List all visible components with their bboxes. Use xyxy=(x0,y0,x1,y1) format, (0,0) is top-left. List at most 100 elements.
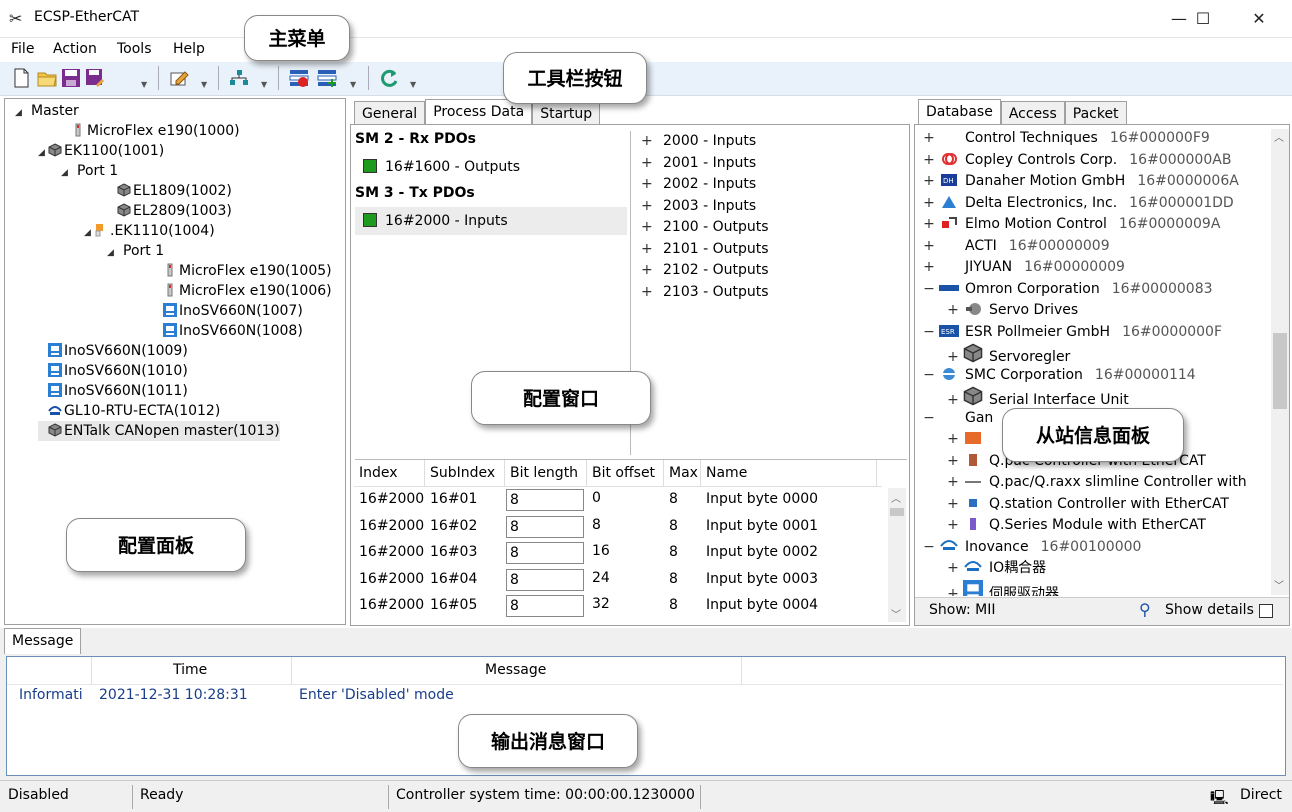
tab-packet[interactable]: Packet xyxy=(1064,101,1127,125)
database-tree[interactable]: + Control Techniques 16#000000F9 + Copley Co… xyxy=(919,128,1267,596)
grid-column-header[interactable]: Index xyxy=(354,460,425,486)
pdo-list-item[interactable]: +2000 - Inputs xyxy=(641,131,756,152)
grid-column-header[interactable]: Name xyxy=(701,460,877,486)
tab-access[interactable]: Access xyxy=(1000,101,1065,125)
expand-collapse-icon[interactable]: + xyxy=(919,214,939,235)
menu-file[interactable]: File xyxy=(6,39,39,59)
expand-collapse-icon[interactable]: + xyxy=(943,558,963,579)
pdo-list-item[interactable]: +2003 - Inputs xyxy=(641,196,756,217)
tree-node[interactable]: ENTalk CANopen master(1013) xyxy=(38,421,280,441)
expand-icon[interactable]: + xyxy=(641,217,663,238)
vendor-node[interactable]: + Q.pac/Q.raxx slimline Controller with xyxy=(943,472,1247,493)
tree-node[interactable]: ◢ EK1100(1001) xyxy=(38,141,164,161)
expand-collapse-icon[interactable]: + xyxy=(943,451,963,472)
open-folder-icon[interactable] xyxy=(36,67,58,89)
vendor-node[interactable]: + ACTI 16#00000009 xyxy=(919,236,1109,257)
scroll-thumb[interactable] xyxy=(890,508,904,516)
menu-help[interactable]: Help xyxy=(168,39,210,59)
close-button[interactable]: ✕ xyxy=(1236,0,1282,38)
expand-collapse-icon[interactable]: + xyxy=(919,257,939,278)
tx-pdo-item[interactable]: 16#2000 - Inputs xyxy=(355,207,627,235)
pdo-list-item[interactable]: +2103 - Outputs xyxy=(641,282,769,303)
bit-length-input[interactable]: 8 xyxy=(506,568,584,591)
vendor-node[interactable]: + Copley Controls Corp. 16#000000AB xyxy=(919,150,1231,171)
expand-collapse-icon[interactable]: ◢ xyxy=(38,143,48,163)
disconnect-icon[interactable] xyxy=(288,67,310,89)
tree-node[interactable]: ◢ .EK1110(1004) xyxy=(84,221,215,241)
column-message[interactable]: Message xyxy=(485,662,546,678)
show-filter-label[interactable]: Show: MII xyxy=(929,602,996,618)
tree-node[interactable]: ◢ Port 1 xyxy=(107,241,164,261)
tree-node[interactable]: MicroFlex e190(1005) xyxy=(153,261,332,281)
refresh-icon[interactable] xyxy=(378,67,400,89)
expand-collapse-icon[interactable]: ◢ xyxy=(107,243,117,263)
vendor-node[interactable]: + 伺服驱动器 xyxy=(943,579,1059,596)
save-as-icon[interactable] xyxy=(84,67,106,89)
tree-node[interactable]: MicroFlex e190(1006) xyxy=(153,281,332,301)
maximize-button[interactable]: ☐ xyxy=(1180,0,1226,38)
column-divider[interactable] xyxy=(91,657,92,685)
tree-node[interactable]: ◢ Port 1 xyxy=(61,161,118,181)
tree-node[interactable]: MicroFlex e190(1000) xyxy=(61,121,240,141)
vendor-node[interactable]: + DH Danaher Motion GmbH 16#0000006A xyxy=(919,171,1239,192)
bit-length-input[interactable]: 8 xyxy=(506,489,584,511)
expand-icon[interactable]: + xyxy=(641,282,663,303)
search-icon[interactable]: ⚲ xyxy=(1139,600,1151,619)
expand-icon[interactable]: + xyxy=(641,260,663,281)
column-divider[interactable] xyxy=(741,657,742,685)
vendor-node[interactable]: − Omron Corporation 16#00000083 xyxy=(919,279,1212,300)
expand-icon[interactable]: + xyxy=(641,174,663,195)
vendor-node[interactable]: + Servo Drives xyxy=(943,300,1078,321)
vendor-node[interactable]: + Control Techniques 16#000000F9 xyxy=(919,128,1210,149)
scan-dropdown-arrow-icon[interactable]: ▼ xyxy=(261,80,267,89)
pdo-list-item[interactable]: +2101 - Outputs xyxy=(641,239,769,260)
grid-column-header[interactable]: Bit length xyxy=(505,460,587,486)
expand-collapse-icon[interactable]: + xyxy=(919,236,939,257)
new-file-icon[interactable] xyxy=(10,67,32,89)
edit-dropdown-arrow-icon[interactable]: ▼ xyxy=(201,80,207,89)
expand-collapse-icon[interactable]: − xyxy=(919,279,939,300)
scroll-up-icon[interactable]: ︿ xyxy=(1274,129,1284,144)
expand-collapse-icon[interactable]: + xyxy=(943,472,963,493)
expand-collapse-icon[interactable]: + xyxy=(943,300,963,321)
tab-message[interactable]: Message xyxy=(4,628,82,654)
scroll-down-icon[interactable]: ﹀ xyxy=(1274,577,1284,592)
rx-pdo-item[interactable]: 16#1600 - Outputs xyxy=(355,155,627,179)
vendor-node[interactable]: + Q.station Controller with EtherCAT xyxy=(943,494,1229,515)
menu-tools[interactable]: Tools xyxy=(112,39,157,59)
expand-icon[interactable]: + xyxy=(641,131,663,152)
vendor-node[interactable]: + Servoregler xyxy=(943,343,1070,365)
config-list-icon[interactable] xyxy=(316,67,338,89)
menu-action[interactable]: Action xyxy=(48,39,102,59)
tree-node[interactable]: EL1809(1002) xyxy=(107,181,232,201)
pdo-list-item[interactable]: +2102 - Outputs xyxy=(641,260,769,281)
bit-length-input[interactable]: 8 xyxy=(506,542,584,564)
expand-collapse-icon[interactable]: − xyxy=(919,322,939,343)
message-row[interactable]: Informati 2021-12-31 10:28:31 Enter 'Dis… xyxy=(7,685,1283,709)
expand-collapse-icon[interactable]: − xyxy=(919,408,939,429)
vendor-node[interactable]: − ESR ESR Pollmeier GmbH 16#0000000F xyxy=(919,322,1222,343)
expand-icon[interactable]: + xyxy=(641,239,663,260)
scroll-down-icon[interactable]: ﹀ xyxy=(891,606,901,621)
expand-collapse-icon[interactable]: + xyxy=(943,429,963,450)
tree-node[interactable]: GL10-RTU-ECTA(1012) xyxy=(38,401,220,421)
bit-length-input[interactable]: 8 xyxy=(506,515,584,538)
column-time[interactable]: Time xyxy=(173,662,207,678)
save-dropdown-arrow-icon[interactable]: ▼ xyxy=(141,80,147,89)
vendor-node[interactable]: + JIYUAN 16#00000009 xyxy=(919,257,1125,278)
config-dropdown-arrow-icon[interactable]: ▼ xyxy=(350,80,356,89)
refresh-dropdown-arrow-icon[interactable]: ▼ xyxy=(410,80,416,89)
expand-icon[interactable]: + xyxy=(641,153,663,174)
vendor-node[interactable]: − SMC Corporation 16#00000114 xyxy=(919,365,1196,386)
tree-node[interactable]: InoSV660N(1009) xyxy=(38,341,188,361)
expand-collapse-icon[interactable]: + xyxy=(919,128,939,149)
pdo-list-item[interactable]: +2100 - Outputs xyxy=(641,217,769,238)
expand-collapse-icon[interactable]: + xyxy=(919,193,939,214)
pdo-list-item[interactable]: +2001 - Inputs xyxy=(641,153,756,174)
pdo-list-item[interactable]: +2002 - Inputs xyxy=(641,174,756,195)
vendor-node[interactable]: + Delta Electronics, Inc. 16#000001DD xyxy=(919,193,1234,214)
vendor-node[interactable]: + IO耦合器 xyxy=(943,558,1046,579)
expand-collapse-icon[interactable]: + xyxy=(943,494,963,515)
tree-node[interactable]: InoSV660N(1011) xyxy=(38,381,188,401)
expand-collapse-icon[interactable]: ◢ xyxy=(84,223,94,243)
